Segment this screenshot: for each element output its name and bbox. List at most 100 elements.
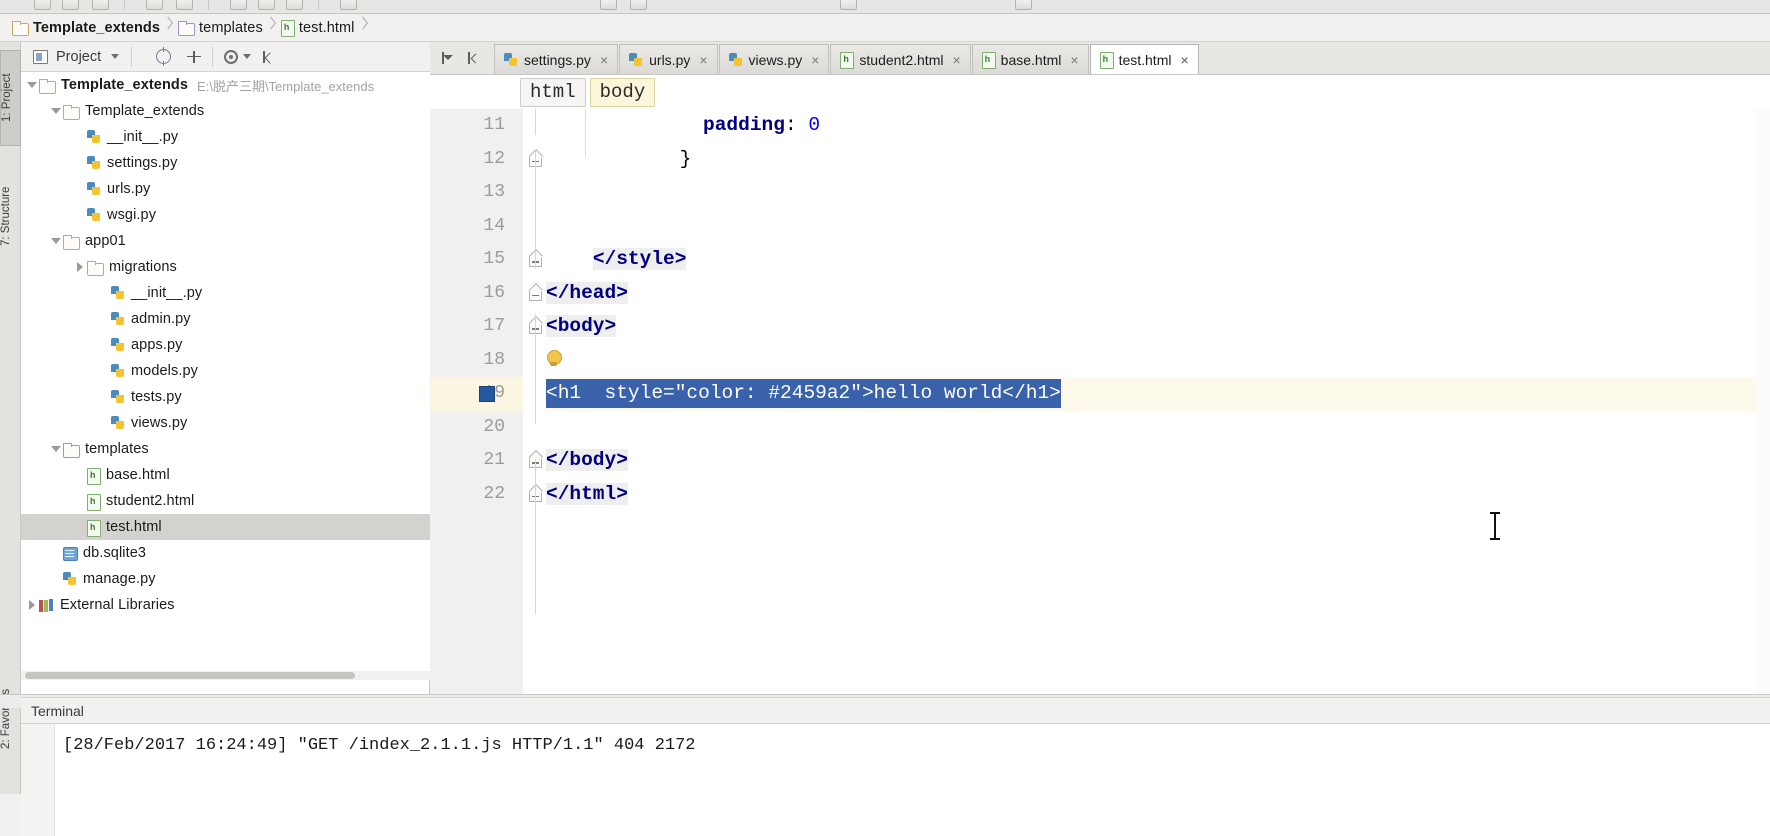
code-editor[interactable]: 11 padding: 0 12 } 13 14 15 </style> 16 </head… <box>430 109 1770 694</box>
editor-scrollbar[interactable] <box>1756 109 1770 694</box>
settings-button[interactable] <box>221 47 241 67</box>
code-line[interactable]: 22 </html> <box>430 478 1770 512</box>
project-horizontal-scrollbar[interactable] <box>21 671 430 680</box>
sidebar-item-project[interactable]: 1: Project <box>0 50 21 146</box>
toolbar-icon-undo[interactable] <box>146 0 163 10</box>
toolbar-icon-redo[interactable] <box>176 0 193 10</box>
close-icon[interactable]: × <box>811 53 819 67</box>
tree-item[interactable]: Template_extends <box>21 98 430 124</box>
terminal-tab-label[interactable]: Terminal <box>31 703 84 719</box>
tree-item[interactable]: __init__.py <box>21 124 430 150</box>
code-line[interactable]: 17 <body> <box>430 310 1770 344</box>
tree-toggle-icon[interactable] <box>49 104 63 118</box>
toolbar-icon-settings[interactable] <box>840 0 857 10</box>
tree-item-selected[interactable]: test.html <box>21 514 430 540</box>
tree-toggle-icon[interactable] <box>25 598 39 612</box>
tree-item-label: admin.py <box>131 311 191 327</box>
tree-item[interactable]: External Libraries <box>21 592 430 618</box>
tree-item[interactable]: app01 <box>21 228 430 254</box>
editor-tab-base-html[interactable]: base.html × <box>971 44 1089 74</box>
code-line[interactable]: 13 <box>430 176 1770 210</box>
structure-chip-html[interactable]: html <box>520 77 586 107</box>
code-fold-icon[interactable] <box>528 282 543 302</box>
editor-tab-settings-py[interactable]: settings.py × <box>494 44 619 74</box>
tab-list-button[interactable] <box>440 49 458 67</box>
project-tree[interactable]: Template_extends E:\脱产三期\Template_extends… <box>21 72 430 672</box>
sidebar-item-favorites[interactable]: 2: Favorites <box>0 660 21 778</box>
toolbar-icon-cut[interactable] <box>230 0 247 10</box>
code-line[interactable]: 20 <box>430 411 1770 445</box>
close-icon[interactable]: × <box>1180 53 1188 67</box>
code-text: </head> <box>546 281 628 304</box>
code-line[interactable]: 12 } <box>430 143 1770 177</box>
breadcrumb-item-project[interactable]: Template_extends <box>8 14 162 42</box>
editor-tab-urls-py[interactable]: urls.py × <box>619 44 718 74</box>
close-icon[interactable]: × <box>952 53 960 67</box>
tree-item[interactable]: base.html <box>21 462 430 488</box>
tree-item[interactable]: settings.py <box>21 150 430 176</box>
tree-item[interactable]: tests.py <box>21 384 430 410</box>
code-line[interactable]: 21 </body> <box>430 444 1770 478</box>
code-line[interactable]: 14 <box>430 210 1770 244</box>
collapse-all-button[interactable] <box>184 47 204 67</box>
sidebar-item-structure[interactable]: 7: Structure <box>0 160 21 272</box>
left-tool-window-bar: 1: Project 7: Structure 2: Favorites <box>0 42 21 794</box>
toolbar-icon-run[interactable] <box>600 0 617 10</box>
tree-item[interactable]: wsgi.py <box>21 202 430 228</box>
hide-panel-button[interactable] <box>259 47 279 67</box>
tree-item[interactable]: admin.py <box>21 306 430 332</box>
close-icon[interactable]: × <box>699 53 707 67</box>
tree-item[interactable]: Template_extends E:\脱产三期\Template_extends <box>21 72 430 98</box>
code-line[interactable]: 11 padding: 0 <box>430 109 1770 143</box>
tree-item[interactable]: __init__.py <box>21 280 430 306</box>
code-line[interactable]: 19<h1 style="color: #2459a2">hello world… <box>430 377 1770 411</box>
editor-tab-views-py[interactable]: views.py × <box>718 44 830 74</box>
tree-item[interactable]: manage.py <box>21 566 430 592</box>
chevron-down-icon[interactable] <box>111 54 120 59</box>
toolbar-icon-sync[interactable] <box>92 0 109 10</box>
line-number: 22 <box>483 483 505 504</box>
toolbar-icon-find[interactable] <box>340 0 357 10</box>
color-swatch-gutter-icon[interactable] <box>479 386 495 402</box>
tree-item[interactable]: urls.py <box>21 176 430 202</box>
tree-item[interactable]: views.py <box>21 410 430 436</box>
line-number: 17 <box>483 316 505 336</box>
html-file-icon <box>87 493 101 511</box>
tree-item[interactable]: apps.py <box>21 332 430 358</box>
close-icon[interactable]: × <box>600 53 608 67</box>
toolbar-icon-open[interactable] <box>34 0 51 10</box>
tree-item[interactable]: student2.html <box>21 488 430 514</box>
toolbar-icon-save[interactable] <box>62 0 79 10</box>
intention-bulb-icon[interactable] <box>546 349 562 366</box>
toolbar-icon-paste[interactable] <box>286 0 303 10</box>
tree-toggle-icon[interactable] <box>25 78 39 92</box>
tree-item[interactable]: templates <box>21 436 430 462</box>
code-line[interactable]: 15 </style> <box>430 243 1770 277</box>
code-line[interactable]: 18 <box>430 344 1770 378</box>
scroll-from-source-button[interactable] <box>154 46 174 67</box>
select-opened-file-button[interactable] <box>466 49 484 67</box>
tree-item[interactable]: migrations <box>21 254 430 280</box>
editor-tab-test-html[interactable]: test.html × <box>1089 44 1199 74</box>
breadcrumb-label: templates <box>199 19 263 36</box>
toolbar-icon-search-everywhere[interactable] <box>1015 0 1032 10</box>
tree-item[interactable]: db.sqlite3 <box>21 540 430 566</box>
tree-toggle-icon[interactable] <box>73 260 87 274</box>
code-line[interactable]: 16 </head> <box>430 277 1770 311</box>
breadcrumb-separator-icon <box>265 14 277 42</box>
breadcrumb-item-file[interactable]: test.html <box>277 14 357 42</box>
toolbar-icon-debug[interactable] <box>630 0 647 10</box>
chevron-down-icon[interactable] <box>243 54 252 59</box>
tree-toggle-icon[interactable] <box>49 234 63 248</box>
hide-icon <box>263 50 275 63</box>
close-icon[interactable]: × <box>1070 53 1078 67</box>
tree-toggle-icon[interactable] <box>49 442 63 456</box>
structure-chip-body[interactable]: body <box>589 77 656 107</box>
breadcrumb-item-templates[interactable]: templates <box>174 14 265 42</box>
editor-tab-student2-html[interactable]: student2.html × <box>830 44 971 74</box>
toolbar-icon-copy[interactable] <box>258 0 275 10</box>
tree-item[interactable]: models.py <box>21 358 430 384</box>
terminal-output-panel[interactable]: [28/Feb/2017 16:24:49] "GET /index_2.1.1… <box>21 723 1770 836</box>
